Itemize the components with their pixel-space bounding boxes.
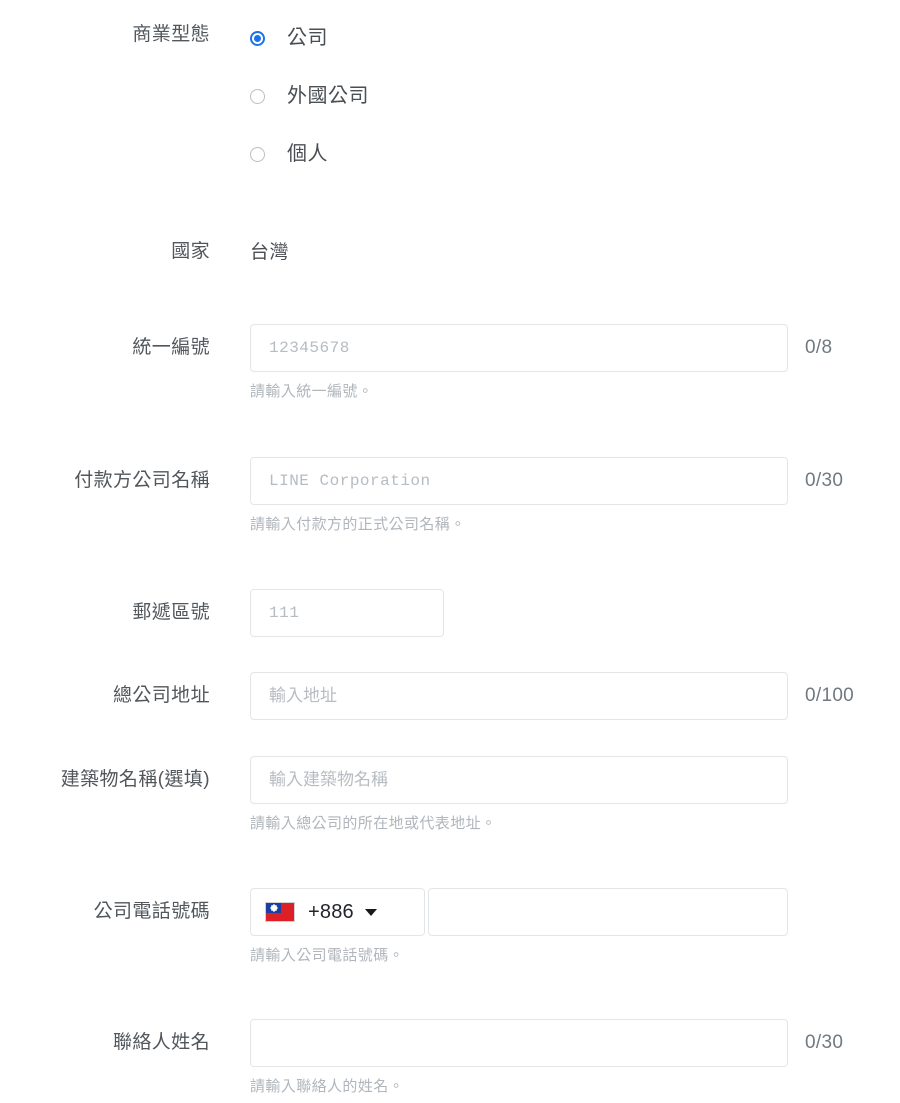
- head-office-address-counter: 0/100: [805, 685, 855, 706]
- company-phone-input[interactable]: [428, 888, 788, 936]
- radio-option-company[interactable]: 公司: [250, 22, 900, 54]
- head-office-address-field: 0/100: [210, 672, 900, 720]
- company-name-counter: 0/30: [805, 470, 844, 491]
- contact-name-field: 0/30 請輸入聯絡人的姓名。: [210, 1019, 900, 1097]
- company-name-row: 付款方公司名稱 0/30 請輸入付款方的正式公司名稱。: [0, 457, 900, 535]
- head-office-address-input[interactable]: [250, 672, 788, 720]
- business-type-row: 商業型態 公司 外國公司 個人: [0, 22, 900, 170]
- company-phone-helper-text: 請輸入公司電話號碼。: [250, 947, 405, 964]
- postal-code-input[interactable]: [250, 589, 444, 637]
- postal-code-row: 郵遞區號: [0, 589, 900, 637]
- building-name-input[interactable]: [250, 756, 788, 804]
- tax-id-row: 統一編號 0/8 請輸入統一編號。: [0, 324, 900, 402]
- country-code-value: +886: [308, 900, 354, 923]
- radio-selected-icon[interactable]: [250, 30, 265, 46]
- tax-id-label: 統一編號: [132, 337, 210, 358]
- company-phone-label: 公司電話號碼: [93, 901, 210, 922]
- company-name-helper-text: 請輸入付款方的正式公司名稱。: [250, 516, 466, 533]
- company-name-input[interactable]: [250, 457, 788, 505]
- postal-code-label: 郵遞區號: [132, 602, 210, 623]
- radio-option-individual[interactable]: 個人: [250, 138, 900, 170]
- country-code-select[interactable]: +886: [250, 888, 425, 936]
- head-office-address-label: 總公司地址: [112, 685, 210, 706]
- contact-name-input[interactable]: [250, 1019, 788, 1067]
- contact-name-row: 聯絡人姓名 0/30 請輸入聯絡人的姓名。: [0, 1019, 900, 1097]
- company-name-label: 付款方公司名稱: [74, 470, 210, 491]
- country-value: 台灣: [250, 242, 290, 263]
- taiwan-flag-icon: [265, 902, 295, 922]
- head-office-address-row: 總公司地址 0/100: [0, 672, 900, 720]
- radio-label-company: 公司: [287, 27, 328, 49]
- billing-information-form: 商業型態 公司 外國公司 個人 國家 台灣 統一編號 12345678 0/8 …: [0, 0, 900, 1095]
- radio-unselected-icon[interactable]: [250, 88, 265, 104]
- building-name-helper-text: 請輸入總公司的所在地或代表地址。: [250, 815, 497, 832]
- company-phone-row: 公司電話號碼 +886 請輸入公司電話號碼。: [0, 888, 900, 966]
- building-name-label: 建築物名稱(選填): [60, 769, 210, 790]
- tax-id-input[interactable]: [250, 324, 788, 372]
- business-type-label: 商業型態: [132, 24, 210, 45]
- country-row: 國家 台灣: [0, 239, 900, 266]
- tax-id-field: 0/8 請輸入統一編號。: [210, 324, 900, 402]
- business-type-field: 公司 外國公司 個人: [210, 22, 900, 170]
- contact-name-counter: 0/30: [805, 1032, 844, 1053]
- building-name-field: 請輸入總公司的所在地或代表地址。: [210, 756, 900, 834]
- country-label: 國家: [171, 241, 210, 262]
- business-type-radio-group[interactable]: 公司 外國公司 個人: [250, 22, 900, 170]
- radio-label-individual: 個人: [287, 143, 328, 165]
- postal-code-field: [210, 589, 900, 637]
- radio-label-foreign-company: 外國公司: [287, 85, 369, 107]
- chevron-down-icon[interactable]: [364, 908, 377, 916]
- tax-id-helper-text: 請輸入統一編號。: [250, 383, 374, 400]
- contact-name-label: 聯絡人姓名: [112, 1032, 210, 1053]
- tax-id-counter: 0/8: [805, 337, 833, 358]
- company-phone-field: +886 請輸入公司電話號碼。: [210, 888, 900, 966]
- company-name-field: 0/30 請輸入付款方的正式公司名稱。: [210, 457, 900, 535]
- contact-name-helper-text: 請輸入聯絡人的姓名。: [250, 1078, 405, 1095]
- radio-unselected-icon[interactable]: [250, 146, 265, 162]
- country-field: 台灣: [210, 239, 900, 266]
- radio-option-foreign-company[interactable]: 外國公司: [250, 80, 900, 112]
- building-name-row: 建築物名稱(選填) 請輸入總公司的所在地或代表地址。: [0, 756, 900, 834]
